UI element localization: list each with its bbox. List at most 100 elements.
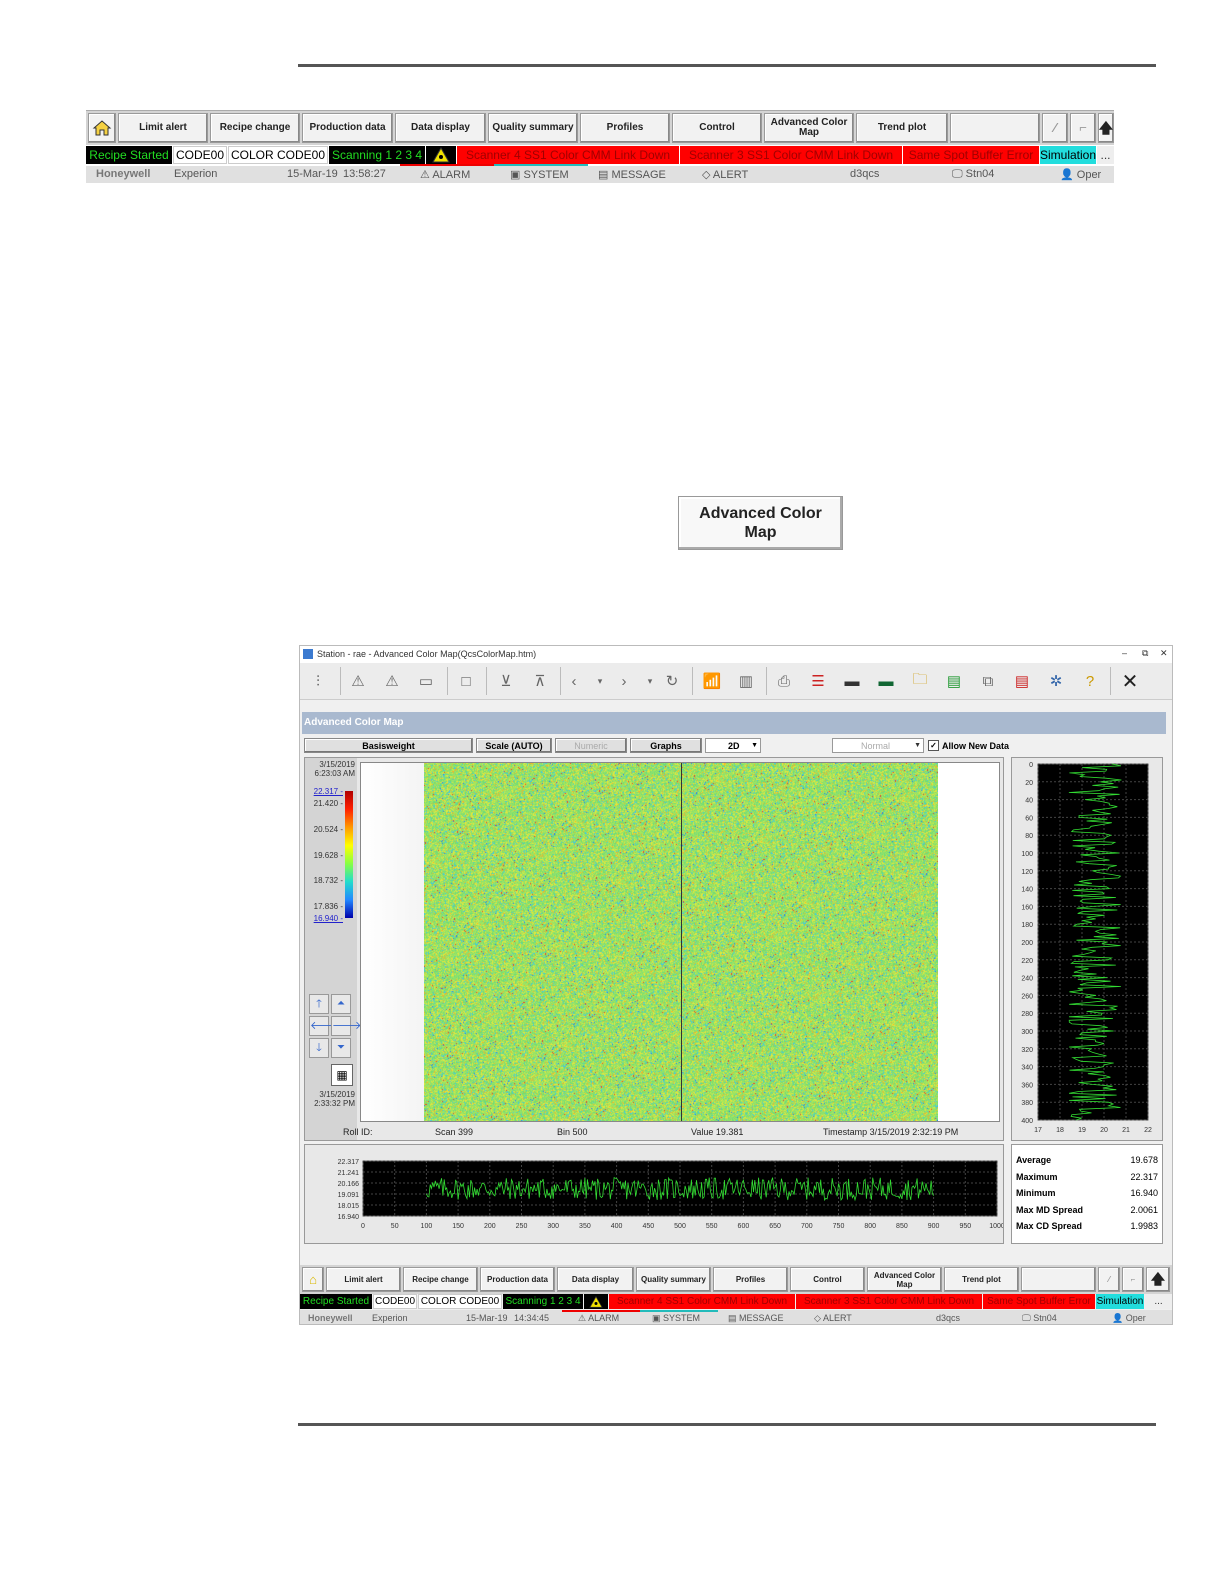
code-status[interactable]: CODE00 xyxy=(173,146,227,164)
more-status[interactable]: ... xyxy=(1145,1294,1172,1309)
folder-icon[interactable]: 🗀 xyxy=(910,671,930,691)
recipe-status[interactable]: Recipe Started xyxy=(86,146,172,164)
down-box-icon[interactable]: ⊻ xyxy=(496,671,516,691)
cd-profile-chart[interactable]: 0 50 100 150 200 250 300 350 400 450 500 550 600 650 7… xyxy=(305,1145,1003,1243)
color-code-status[interactable]: COLOR CODE00 xyxy=(418,1294,502,1309)
home-button[interactable] xyxy=(88,113,116,143)
simulation-status[interactable]: Simulation xyxy=(1040,146,1096,164)
message-tab[interactable]: ▤ MESSAGE xyxy=(728,1313,784,1324)
nav-quality-summary[interactable]: Quality summary xyxy=(488,113,578,143)
help-icon[interactable]: ? xyxy=(1080,671,1100,691)
nav-trend-plot[interactable]: Trend plot xyxy=(944,1267,1019,1292)
numeric-button[interactable]: Numeric xyxy=(555,738,627,753)
checklist-icon[interactable]: ☰ xyxy=(808,671,828,691)
system-tab[interactable]: ▣ SYSTEM xyxy=(510,168,569,181)
nav-recipe-change[interactable]: Recipe change xyxy=(403,1267,478,1292)
scale-button[interactable]: Scale (AUTO) xyxy=(476,738,552,753)
simulation-status[interactable]: Simulation xyxy=(1096,1294,1144,1309)
nav-data-display[interactable]: Data display xyxy=(395,113,486,143)
nav-profiles[interactable]: Profiles xyxy=(713,1267,788,1292)
nav-empty-button[interactable] xyxy=(1021,1267,1096,1292)
alarm-banner-3[interactable]: Same Spot Buffer Error xyxy=(983,1294,1095,1309)
nav-tool-slash-button[interactable]: ⁄ xyxy=(1098,1267,1120,1292)
legend-tick-label[interactable]: 16.940 - xyxy=(314,914,343,923)
nav-production-data[interactable]: Production data xyxy=(480,1267,555,1292)
alert-tab[interactable]: ◇ ALERT xyxy=(814,1313,852,1324)
square-icon[interactable]: □ xyxy=(456,671,476,691)
alarm-tab[interactable]: ⚠ ALARM xyxy=(578,1313,619,1324)
mode-select[interactable]: Normal ▼ xyxy=(832,738,924,753)
scanning-status[interactable]: Scanning 1 2 3 4 xyxy=(329,146,425,164)
message-tab[interactable]: ▤ MESSAGE xyxy=(598,168,666,181)
display-icon[interactable]: ▭ xyxy=(416,671,436,691)
alarm-banner-1[interactable]: Scanner 4 SS1 Color CMM Link Down xyxy=(457,146,679,164)
nav-up-button[interactable]: 🡅 xyxy=(1098,113,1114,143)
legend-tick-label[interactable]: 22.317 - xyxy=(314,787,343,796)
alarm-banner-3[interactable]: Same Spot Buffer Error xyxy=(903,146,1039,164)
view-select[interactable]: 2D ▼ xyxy=(705,738,761,753)
advanced-color-map-button[interactable]: Advanced Color Map xyxy=(678,496,843,550)
nav-control[interactable]: Control xyxy=(672,113,762,143)
up-box-icon[interactable]: ⊼ xyxy=(530,671,550,691)
pan-down-button[interactable]: 🡓 xyxy=(309,1038,329,1058)
tools-icon[interactable]: ✲ xyxy=(1046,671,1066,691)
pan-up-button[interactable]: 🡑 xyxy=(309,994,329,1014)
alarm-banner-1[interactable]: Scanner 4 SS1 Color CMM Link Down xyxy=(609,1294,795,1309)
back-dropdown-icon[interactable]: ▾ xyxy=(590,671,610,691)
code-status[interactable]: CODE00 xyxy=(373,1294,417,1309)
more-status[interactable]: ... xyxy=(1097,146,1114,164)
nav-limit-alert[interactable]: Limit alert xyxy=(326,1267,401,1292)
nav-advanced-color-map[interactable]: Advanced Color Map xyxy=(867,1267,942,1292)
alarm-toolbar-icon[interactable]: ⚠ xyxy=(348,671,368,691)
graphs-button[interactable]: Graphs xyxy=(630,738,702,753)
scanning-status[interactable]: Scanning 1 2 3 4 xyxy=(503,1294,583,1309)
minimize-button[interactable]: – xyxy=(1122,648,1127,658)
stack-icon[interactable]: ⧉ xyxy=(978,671,998,691)
system-tab[interactable]: ▣ SYSTEM xyxy=(652,1313,700,1324)
pan-left-button[interactable]: 🡐 xyxy=(309,1016,340,1036)
nav-tool-slash-button[interactable]: ⁄ xyxy=(1042,113,1068,143)
nav-quality-summary[interactable]: Quality summary xyxy=(636,1267,711,1292)
forward-icon[interactable]: › xyxy=(614,671,634,691)
print-icon[interactable]: ⎙ xyxy=(774,671,794,691)
pan-right-button[interactable]: 🡒 xyxy=(331,1016,362,1036)
close-window-button[interactable]: ✕ xyxy=(1160,648,1168,659)
panel-green-icon[interactable]: ▤ xyxy=(944,671,964,691)
color-code-status[interactable]: COLOR CODE00 xyxy=(228,146,328,164)
measurement-button[interactable]: Basisweight xyxy=(304,738,473,753)
alarm-tab[interactable]: ⚠ ALARM xyxy=(420,168,470,181)
alarm-ack-icon[interactable]: ⚠ xyxy=(382,671,402,691)
close-icon[interactable]: ✕ xyxy=(1120,671,1140,693)
report-red-icon[interactable]: ▤ xyxy=(1012,671,1032,691)
alarm-banner-2[interactable]: Scanner 3 SS1 Color CMM Link Down xyxy=(796,1294,982,1309)
nav-recipe-change[interactable]: Recipe change xyxy=(210,113,300,143)
recipe-status[interactable]: Recipe Started xyxy=(300,1294,372,1309)
page-down-button[interactable]: ⏷ xyxy=(331,1038,351,1058)
nav-profiles[interactable]: Profiles xyxy=(580,113,670,143)
nav-limit-alert[interactable]: Limit alert xyxy=(118,113,208,143)
page-up-button[interactable]: ⏶ xyxy=(331,994,351,1014)
home-button[interactable]: ⌂ xyxy=(302,1267,324,1292)
nav-empty-button[interactable] xyxy=(950,113,1040,143)
allow-new-data-checkbox[interactable]: ✓ Allow New Data xyxy=(928,740,1009,751)
calendar-button[interactable]: ▦ xyxy=(331,1064,353,1086)
display-green-icon[interactable]: ▬ xyxy=(876,671,896,691)
nav-production-data[interactable]: Production data xyxy=(302,113,393,143)
nav-tool-step-button[interactable]: ⌐ xyxy=(1070,113,1096,143)
md-profile-chart[interactable]: 0 20 40 60 80 100 120 140 160 180 200 220 240 260 280 3… xyxy=(1012,758,1162,1140)
nav-advanced-color-map[interactable]: Advanced Color Map xyxy=(764,113,854,143)
color-map-area[interactable] xyxy=(360,762,1000,1122)
forward-dropdown-icon[interactable]: ▾ xyxy=(640,671,660,691)
alert-tab[interactable]: ◇ ALERT xyxy=(702,168,748,181)
nav-tool-step-button[interactable]: ⌐ xyxy=(1122,1267,1144,1292)
restore-button[interactable]: ⧉ xyxy=(1142,648,1148,659)
refresh-icon[interactable]: ↻ xyxy=(662,671,682,691)
nav-control[interactable]: Control xyxy=(790,1267,865,1292)
display-red-icon[interactable]: ▬ xyxy=(842,671,862,691)
group-icon[interactable]: ▥ xyxy=(736,671,756,691)
alarm-banner-2[interactable]: Scanner 3 SS1 Color CMM Link Down xyxy=(680,146,902,164)
nav-trend-plot[interactable]: Trend plot xyxy=(856,113,948,143)
nav-up-button[interactable]: 🡅 xyxy=(1146,1267,1170,1292)
trend-icon[interactable]: 📶 xyxy=(702,671,722,691)
back-icon[interactable]: ‹ xyxy=(564,671,584,691)
